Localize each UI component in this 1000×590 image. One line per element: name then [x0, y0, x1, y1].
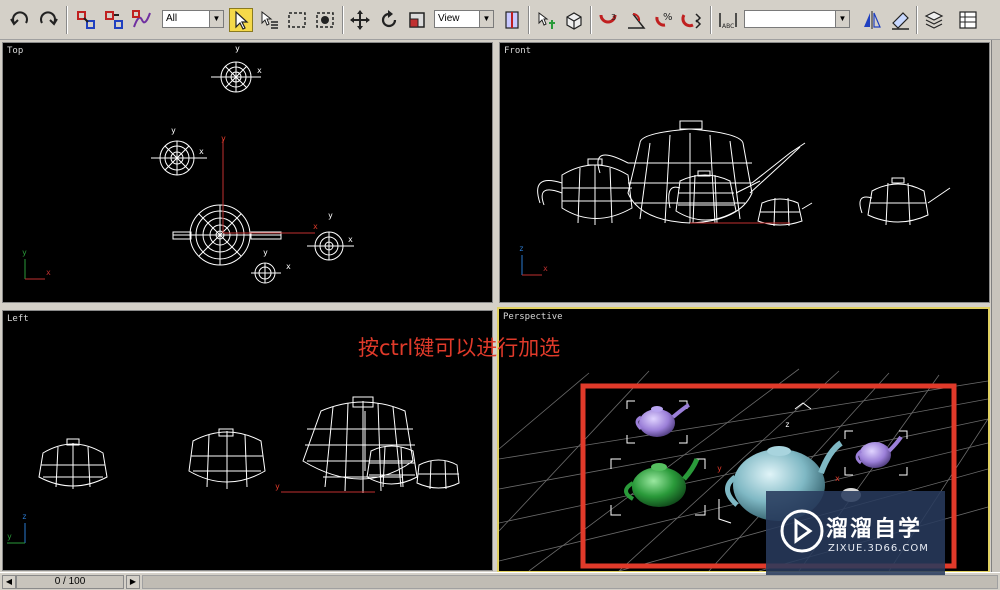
axis-label: x	[313, 222, 318, 231]
reference-coordinate-value: View	[438, 13, 460, 24]
selection-filter-value: All	[166, 13, 178, 24]
world-axis-tripod: y x	[22, 248, 51, 280]
select-by-name-icon[interactable]	[257, 8, 281, 32]
main-toolbar: All ▼ View ▼ 3 % ABC ▼	[0, 0, 1000, 40]
axis-label: x	[257, 66, 262, 75]
time-slider-track[interactable]	[142, 575, 998, 589]
teapot-wireframe[interactable]	[302, 396, 415, 493]
snaps-toggle-icon[interactable]: 3	[596, 8, 620, 32]
toolbar-separator	[710, 6, 712, 34]
axis-label: y	[22, 248, 27, 257]
scale-icon[interactable]	[405, 8, 429, 32]
toolbar-separator	[916, 6, 918, 34]
keyboard-shortcut-icon[interactable]	[562, 8, 586, 32]
axis-label: z	[785, 420, 790, 429]
svg-text:ABC: ABC	[722, 23, 734, 30]
curve-editor-icon[interactable]	[956, 8, 980, 32]
axis-label: x	[543, 264, 548, 273]
window-crossing-icon[interactable]	[313, 8, 337, 32]
svg-text:3: 3	[611, 13, 616, 22]
reference-coordinate-dropdown[interactable]: View ▼	[434, 10, 494, 28]
teapot-wireframe[interactable]	[211, 61, 261, 93]
teapot-wireframe[interactable]	[537, 158, 633, 225]
axis-label: y	[171, 126, 176, 135]
teapot-wireframe[interactable]	[307, 231, 354, 261]
front-view-scene: z x	[519, 120, 951, 276]
axis-label: x	[46, 268, 51, 277]
percent-snap-icon[interactable]: %	[652, 8, 676, 32]
watermark-overlay: 溜溜自学 ZIXUE.3D66.COM	[766, 491, 945, 575]
axis-label: y	[221, 134, 226, 143]
axis-label: y	[263, 248, 268, 257]
angle-snap-icon[interactable]	[624, 8, 648, 32]
watermark-logo	[780, 509, 824, 553]
rectangular-selection-icon[interactable]	[285, 8, 309, 32]
edit-named-selection-icon[interactable]: ABC	[716, 8, 740, 32]
named-selection-set-input[interactable]: ▼	[744, 10, 850, 28]
teapot-purple-back[interactable]	[635, 403, 690, 437]
teapot-purple-right[interactable]	[855, 435, 903, 468]
axis-label: y	[235, 44, 240, 53]
top-view-scene: y x y x y x y x y x y x	[22, 44, 354, 284]
max-main-window: All ▼ View ▼ 3 % ABC ▼ Top y x y x y x y…	[0, 0, 1000, 590]
axis-label: x	[286, 262, 291, 271]
world-axis-tripod: z x	[519, 244, 548, 276]
unlink-icon[interactable]	[102, 8, 126, 32]
link-icon[interactable]	[74, 8, 98, 32]
axis-label: z	[519, 244, 524, 253]
teapot-wireframe[interactable]	[251, 262, 281, 284]
teapot-wireframe[interactable]	[859, 177, 951, 226]
axis-label: y	[328, 211, 333, 220]
toolbar-separator	[66, 6, 68, 34]
chevron-down-icon: ▼	[209, 11, 223, 27]
mirror-icon[interactable]	[860, 8, 884, 32]
chevron-down-icon: ▼	[479, 11, 493, 27]
bind-space-warp-icon[interactable]	[130, 8, 154, 32]
tutorial-annotation: 按ctrl键可以进行加选	[358, 336, 561, 360]
axis-label: x	[348, 235, 353, 244]
undo-icon[interactable]	[8, 8, 32, 32]
spinner-snap-icon[interactable]	[680, 8, 704, 32]
toolbar-separator	[590, 6, 592, 34]
selection-filter-dropdown[interactable]: All ▼	[162, 10, 224, 28]
teapot-wireframe[interactable]	[38, 438, 108, 489]
axis-label: y	[275, 482, 280, 491]
viewport-front[interactable]: Front z x	[499, 42, 990, 303]
axis-label: z	[22, 512, 27, 521]
teapot-wireframe[interactable]	[188, 428, 266, 489]
rotate-icon[interactable]	[377, 8, 401, 32]
layer-manager-icon[interactable]	[922, 8, 946, 32]
toolbar-separator	[528, 6, 530, 34]
world-axis-tripod: z y	[7, 512, 27, 544]
chevron-down-icon: ▼	[835, 11, 849, 27]
svg-text:%: %	[663, 12, 673, 23]
watermark-title: 溜溜自学	[826, 517, 923, 542]
align-icon[interactable]	[888, 8, 912, 32]
move-icon[interactable]	[348, 8, 372, 32]
axis-label: x	[835, 474, 840, 483]
select-object-icon[interactable]	[229, 8, 253, 32]
axis-label: y	[7, 532, 12, 541]
axis-label: y	[717, 464, 722, 473]
teapot-wireframe[interactable]	[757, 197, 813, 227]
teapot-wireframe[interactable]	[597, 120, 806, 224]
command-panel-edge[interactable]	[991, 40, 1000, 575]
viewport-top[interactable]: Top y x y x y x y x y x y x	[2, 42, 493, 303]
toolbar-separator	[342, 6, 344, 34]
axis-label: x	[199, 147, 204, 156]
time-slider-prev-button[interactable]: ◀	[2, 575, 16, 589]
teapot-wireframe[interactable]	[366, 445, 418, 488]
select-manipulate-icon[interactable]	[534, 8, 558, 32]
time-slider-next-button[interactable]: ▶	[126, 575, 140, 589]
teapot-wireframe[interactable]	[416, 459, 460, 490]
redo-icon[interactable]	[36, 8, 60, 32]
use-pivot-icon[interactable]	[500, 8, 524, 32]
time-slider-thumb[interactable]: 0 / 100	[16, 575, 124, 589]
watermark-url: ZIXUE.3D66.COM	[828, 543, 929, 554]
